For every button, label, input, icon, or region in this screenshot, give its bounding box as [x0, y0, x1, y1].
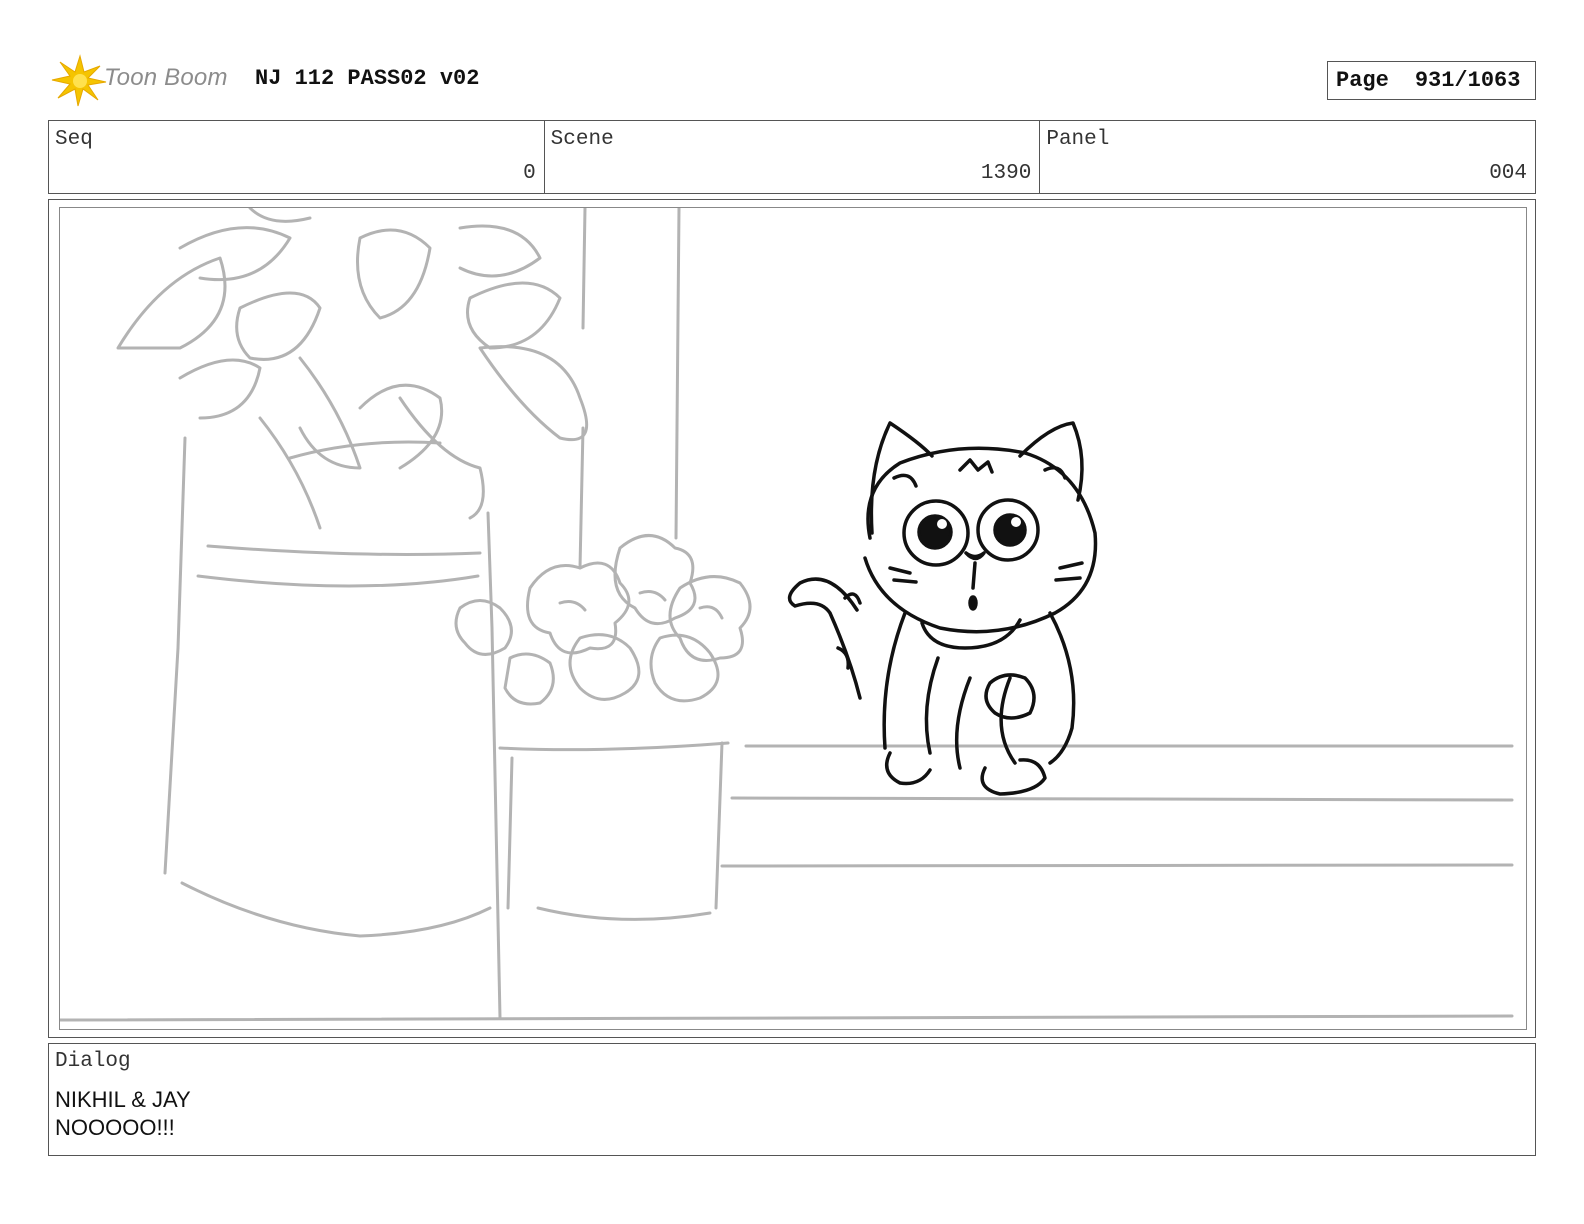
- dialog-box: Dialog NIKHIL & JAY NOOOOO!!!: [48, 1043, 1536, 1156]
- document-title: NJ 112 PASS02 v02: [255, 66, 480, 91]
- page-label: Page: [1336, 68, 1389, 93]
- panel-value: 004: [1489, 162, 1528, 185]
- seq-cell: Seq 0: [49, 121, 545, 193]
- seq-label: Seq: [55, 128, 93, 151]
- panel-label: Panel: [1046, 128, 1110, 151]
- scene-value: 1390: [980, 162, 1032, 185]
- storyboard-drawing: [59, 207, 1527, 1030]
- page-indicator: Page 931/1063: [1327, 61, 1536, 100]
- sketch-illustration: [60, 208, 1514, 1022]
- seq-value: 0: [523, 162, 536, 185]
- dialog-label: Dialog: [55, 1050, 131, 1073]
- logo-text: Toon Boom: [104, 64, 228, 91]
- kitten-drawing: [787, 421, 1098, 796]
- panel-cell: Panel 004: [1040, 121, 1535, 193]
- panel-info-row: Seq 0 Scene 1390 Panel 004: [48, 120, 1536, 194]
- starburst-icon: [51, 54, 107, 107]
- scene-cell: Scene 1390: [545, 121, 1041, 193]
- dialog-line: NOOOOO!!!: [55, 1115, 175, 1140]
- background-sketch: [60, 208, 1514, 1022]
- scene-label: Scene: [550, 128, 614, 151]
- dialog-text: NIKHIL & JAY NOOOOO!!!: [55, 1086, 191, 1142]
- dialog-line: NIKHIL & JAY: [55, 1087, 191, 1112]
- page-number: 931/1063: [1414, 68, 1521, 93]
